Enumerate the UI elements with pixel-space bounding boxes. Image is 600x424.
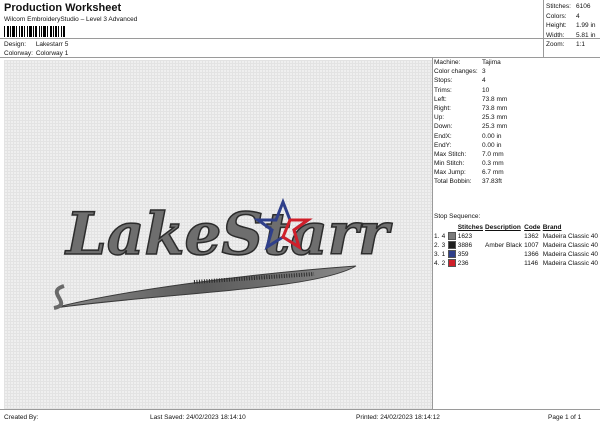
param-row: Total Bobbin: 37.83ft bbox=[434, 178, 502, 186]
row-number: 1. bbox=[434, 233, 440, 240]
thread-brand: Madeira Classic 40 bbox=[542, 251, 598, 258]
color-swatch bbox=[447, 241, 458, 250]
stat-value: 6106 bbox=[576, 3, 591, 10]
stat-label: Zoom: bbox=[546, 41, 565, 49]
thread-brand: Madeira Classic 40 bbox=[542, 260, 598, 267]
thread-code: 1146 bbox=[524, 260, 539, 267]
stitch-count: 236 bbox=[457, 260, 469, 267]
param-row: Machine: Tajima bbox=[434, 59, 501, 66]
col-stitches: Stitches bbox=[457, 224, 483, 231]
row-number: 3. bbox=[434, 251, 440, 258]
table-row: 1. 4 1623 1362 Madeira Classic 40 bbox=[434, 232, 600, 241]
stitch-count: 3886 bbox=[457, 242, 473, 249]
divider bbox=[543, 0, 544, 57]
design-text: LakeStarr bbox=[64, 200, 393, 268]
stat-row: Colors: 4 bbox=[546, 12, 596, 22]
color-swatch-icon bbox=[447, 259, 456, 268]
stat-label: Width: bbox=[546, 31, 565, 39]
stat-value: 4 bbox=[576, 12, 580, 20]
stat-label: Colors: bbox=[546, 12, 567, 20]
param-row: Min Stitch: 0.3 mm bbox=[434, 160, 504, 168]
footer-created: Created By: bbox=[4, 414, 39, 421]
stat-label: Stitches: bbox=[546, 3, 571, 10]
param-row: Color changes: 3 bbox=[434, 68, 486, 76]
divider bbox=[0, 38, 600, 39]
software-label: Wilcom EmbroideryStudio – Level 3 Advanc… bbox=[4, 16, 138, 23]
table-row: 2. 3 3886 Amber Black 1007 Madeira Classic 40 bbox=[434, 241, 600, 250]
col-code: Code bbox=[524, 224, 541, 231]
colorway-label: Colorway: bbox=[4, 50, 33, 57]
stitch-count: 1623 bbox=[457, 233, 473, 240]
param-row: Max Stitch: 7.0 mm bbox=[434, 150, 504, 158]
stat-label: Height: bbox=[546, 22, 567, 30]
swoosh-underline bbox=[53, 265, 357, 309]
machine-params: Machine: Tajima Color changes: 3 Stops: 4 T… bbox=[434, 58, 507, 187]
stat-row: Height: 1.99 in bbox=[546, 21, 596, 31]
param-row: Max Jump: 6.7 mm bbox=[434, 169, 504, 177]
stat-row: Width: 5.81 in bbox=[546, 31, 596, 41]
param-row: Stops: 4 bbox=[434, 77, 486, 85]
col-description: Description bbox=[485, 224, 521, 231]
param-row: Left: 73.8 mm bbox=[434, 95, 508, 103]
table-row: 3. 1 359 1366 Madeira Classic 40 bbox=[434, 250, 600, 259]
color-swatch bbox=[447, 250, 458, 259]
stat-value: 5.81 in bbox=[576, 31, 596, 39]
color-swatch-icon bbox=[447, 250, 456, 259]
row-number: 2. bbox=[434, 242, 440, 249]
stat-row: Zoom: 1:1 bbox=[546, 40, 596, 50]
color-description bbox=[485, 250, 524, 259]
param-row: EndX: 0.00 in bbox=[434, 132, 502, 140]
stats-block: Stitches: 6106 Colors: 4 Height: 1.99 in Wi… bbox=[546, 2, 596, 50]
barcode bbox=[4, 26, 70, 37]
footer-page: Page 1 of 1 bbox=[548, 414, 582, 421]
divider bbox=[0, 409, 600, 410]
design-artwork: LakeStarr bbox=[53, 197, 394, 310]
divider bbox=[0, 57, 600, 58]
design-preview: LakeStarr bbox=[4, 60, 432, 409]
row-number: 4. bbox=[434, 260, 440, 267]
thread-code: 1007 bbox=[524, 242, 539, 249]
stop-sequence-table: Stitches Description Code Brand 1. 4 1623 1… bbox=[434, 223, 600, 268]
design-value: Lakestarr 5 bbox=[35, 41, 69, 48]
colorway-value: Colorway 1 bbox=[35, 50, 69, 57]
color-description bbox=[485, 259, 524, 268]
stop-sequence-title: Stop Sequence: bbox=[434, 213, 481, 220]
color-description bbox=[485, 232, 524, 241]
divider bbox=[432, 57, 433, 409]
thread-brand: Madeira Classic 40 bbox=[542, 242, 598, 249]
col-brand: Brand bbox=[542, 224, 562, 231]
param-row: Down: 25.3 mm bbox=[434, 123, 508, 131]
swoosh-tail bbox=[53, 284, 65, 310]
colorway-row: Colorway: Colorway 1 bbox=[4, 50, 68, 57]
page-title: Production Worksheet bbox=[4, 2, 122, 14]
thread-brand: Madeira Classic 40 bbox=[542, 233, 598, 240]
color-swatch bbox=[447, 232, 458, 241]
stitch-count: 359 bbox=[457, 251, 469, 258]
design-row: Design: Lakestarr 5 bbox=[4, 41, 68, 48]
thread-code: 1362 bbox=[524, 233, 539, 240]
param-row: Right: 73.8 mm bbox=[434, 104, 508, 112]
table-row: 4. 2 236 1146 Madeira Classic 40 bbox=[434, 259, 600, 268]
stat-value: 1:1 bbox=[576, 41, 586, 49]
param-row: EndY: 0.00 in bbox=[434, 141, 502, 149]
footer-saved: Last Saved: 24/02/2023 18:14:10 bbox=[150, 414, 246, 421]
param-row: Up: 25.3 mm bbox=[434, 114, 508, 122]
footer-printed: Printed: 24/02/2023 18:14:12 bbox=[356, 414, 440, 421]
design-label: Design: bbox=[4, 41, 27, 48]
stat-row: Stitches: 6106 bbox=[546, 2, 596, 12]
param-row: Trims: 10 bbox=[434, 86, 490, 94]
stat-value: 1.99 in bbox=[576, 22, 596, 30]
color-swatch bbox=[447, 259, 458, 268]
thread-code: 1366 bbox=[524, 251, 539, 258]
table-header-row: Stitches Description Code Brand bbox=[434, 223, 600, 232]
color-swatch-icon bbox=[447, 241, 456, 250]
color-swatch-icon bbox=[447, 232, 456, 241]
color-description: Amber Black bbox=[485, 242, 522, 249]
